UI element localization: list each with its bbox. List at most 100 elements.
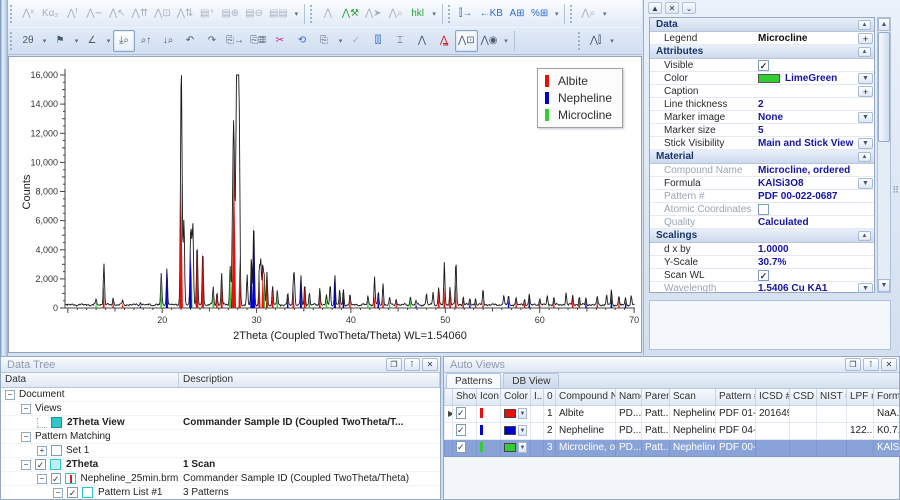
tab-patterns[interactable]: Patterns	[446, 373, 501, 388]
display-dropdown[interactable]: ▾	[502, 37, 511, 45]
section-header-material[interactable]: Material▲	[650, 150, 874, 164]
scan-remove-button[interactable]: ⋀ˣ	[17, 3, 39, 25]
column-header-show[interactable]: Show	[453, 389, 477, 405]
intensity-bars-button[interactable]: ⫿⫿	[367, 30, 389, 52]
data-tree-pin-button[interactable]: ⊺	[404, 358, 420, 371]
sticks-red-button[interactable]: ⋀̳	[433, 30, 455, 52]
checkbox[interactable]	[758, 204, 769, 215]
auto-views-close-button[interactable]: ✕	[881, 358, 897, 371]
collapse-icon[interactable]: −	[53, 488, 63, 498]
property-value[interactable]: Microcline	[758, 33, 858, 44]
two-theta-dropdown[interactable]: ▾	[40, 37, 49, 45]
reset-zoom-button[interactable]: ⟲	[291, 30, 313, 52]
tree-row-2theta-view[interactable]: 2Theta ViewCommander Sample ID (Coupled …	[1, 416, 440, 430]
zoom-mode-button[interactable]: ⤓⌕	[113, 30, 135, 52]
tree-row-nepheline-25min-brml-1[interactable]: −✓Nepheline_25min.brml #1Commander Sampl…	[1, 472, 440, 486]
undo-button[interactable]: ↶	[179, 30, 201, 52]
chart-view-panel[interactable]: 02,0004,0006,0008,00010,00012,00014,0001…	[8, 56, 642, 353]
dropdown-icon[interactable]: ▼	[858, 112, 873, 123]
merge-displays-button[interactable]: ▤▤	[266, 3, 291, 25]
scan-tools-dropdown[interactable]: ▾	[292, 10, 301, 18]
property-value[interactable]	[758, 204, 874, 215]
collapse-icon[interactable]: −	[5, 390, 15, 400]
cut-button[interactable]: ✂	[269, 30, 291, 52]
scan-shift-button[interactable]: ⋀⇅	[174, 3, 197, 25]
color-dropdown-icon[interactable]: ▼	[518, 442, 527, 453]
close-panel-button[interactable]: ✕	[665, 2, 679, 14]
property-value[interactable]: 2	[758, 99, 874, 110]
column-header-data[interactable]: Data	[1, 373, 179, 387]
color-swatch[interactable]	[504, 443, 516, 452]
panel-menu-button[interactable]: ⌄	[682, 2, 696, 14]
collapse-section-icon[interactable]: ▲	[858, 152, 871, 162]
property-value[interactable]: None	[758, 112, 858, 123]
two-theta-axis-button[interactable]: 2θ	[17, 30, 39, 52]
collapse-icon[interactable]: −	[21, 432, 31, 442]
show-checkbox[interactable]: ✓	[456, 407, 466, 419]
column-header-compound-name[interactable]: Compound Name	[556, 389, 616, 405]
pattern-tools-dropdown[interactable]: ▾	[552, 10, 561, 18]
column-header-0[interactable]: 0	[544, 389, 556, 405]
toolbar-grip[interactable]	[10, 5, 15, 23]
collapse-icon[interactable]: −	[37, 474, 47, 484]
axis-flag-button[interactable]: ⚑	[49, 30, 71, 52]
peak-tools-button[interactable]: ⋀⚒	[339, 3, 362, 25]
scroll-down-icon[interactable]: ▼	[878, 279, 890, 292]
column-header-scan[interactable]: Scan	[670, 389, 716, 405]
area-append-button[interactable]: ▤⊕	[218, 3, 242, 25]
color-dropdown-icon[interactable]: ▼	[518, 425, 527, 436]
property-value[interactable]: LimeGreen	[758, 73, 858, 84]
expand-icon[interactable]: +	[37, 446, 47, 456]
stick-pattern-dropdown[interactable]: ▾	[608, 37, 617, 45]
color-swatch[interactable]	[504, 426, 516, 435]
tree-row-document[interactable]: −Document	[1, 388, 440, 402]
percent-badge-button[interactable]: %⊞	[528, 3, 551, 25]
column-header-nist-[interactable]: NIST #	[817, 389, 847, 405]
ka2-strip-button[interactable]: Kα₂	[39, 3, 61, 25]
show-checkbox[interactable]: ✓	[456, 424, 466, 436]
stick-eye-button[interactable]: ⋀◉	[478, 30, 501, 52]
smooth-button[interactable]: ⋀∼	[83, 3, 106, 25]
background-curve-button[interactable]: ⋀⇈	[129, 3, 152, 25]
collapse-section-icon[interactable]: ▲	[858, 20, 871, 30]
search-peaks-button[interactable]: ⋀	[317, 3, 339, 25]
property-value[interactable]: ✓	[758, 60, 874, 71]
pattern-row-1[interactable]: ▶✓▼1AlbitePD...Patt...Nepheline_...PDF 0…	[445, 405, 900, 422]
kb-strip-button[interactable]: ←KB	[477, 3, 506, 25]
data-tree-close-button[interactable]: ✕	[422, 358, 438, 371]
axis-scale-button[interactable]: ∠	[81, 30, 103, 52]
axis-flag-dropdown[interactable]: ▾	[72, 37, 81, 45]
tree-checkbox[interactable]	[51, 445, 62, 456]
toolbar-grip[interactable]	[448, 5, 453, 23]
auto-views-maximize-button[interactable]: ❐	[845, 358, 861, 371]
duplicate-view-button[interactable]: ⎘	[313, 30, 335, 52]
property-value[interactable]: Main and Stick View	[758, 138, 858, 149]
column-header-icsd-[interactable]: ICSD #	[756, 389, 790, 405]
normalize-slider-button[interactable]: ⌶	[389, 30, 411, 52]
tree-checkbox[interactable]: ✓	[35, 459, 46, 470]
column-header-form[interactable]: Form	[874, 389, 900, 405]
peak-zoom-button[interactable]: ⋀⌕	[385, 3, 407, 25]
collapse-icon[interactable]: −	[21, 404, 31, 414]
plus-button[interactable]: +	[858, 33, 873, 44]
shift-pattern-button[interactable]: ⫿→	[455, 3, 477, 25]
property-value[interactable]: 5	[758, 125, 874, 136]
property-value[interactable]: 30.7%	[758, 257, 874, 268]
zoom-out-button[interactable]: ↓⌕	[157, 30, 179, 52]
property-value[interactable]: KAlSi3O8	[758, 178, 858, 189]
tree-row-pattern-list-1[interactable]: −✓Pattern List #13 Patterns	[1, 486, 440, 500]
confirm-button[interactable]: ✓	[345, 30, 367, 52]
column-header-i-[interactable]: I...	[531, 389, 544, 405]
redo-button[interactable]: ↷	[201, 30, 223, 52]
stick-pattern-view-button[interactable]: ⋀⫿	[585, 30, 607, 52]
collapse-panel-button[interactable]: ▲	[648, 2, 662, 14]
column-header-name[interactable]: Name	[616, 389, 642, 405]
auto-views-pin-button[interactable]: ⊺	[863, 358, 879, 371]
copy-data-button[interactable]: ⎘▦	[247, 30, 269, 52]
dropdown-icon[interactable]: ▼	[858, 73, 873, 84]
section-header-attributes[interactable]: Attributes▲	[650, 45, 874, 59]
dropdown-icon[interactable]: ▼	[858, 138, 873, 149]
collapse-section-icon[interactable]: ▲	[858, 47, 871, 57]
property-value[interactable]: Calculated	[758, 217, 874, 228]
background-subtract-button[interactable]: ⋀↖	[106, 3, 129, 25]
